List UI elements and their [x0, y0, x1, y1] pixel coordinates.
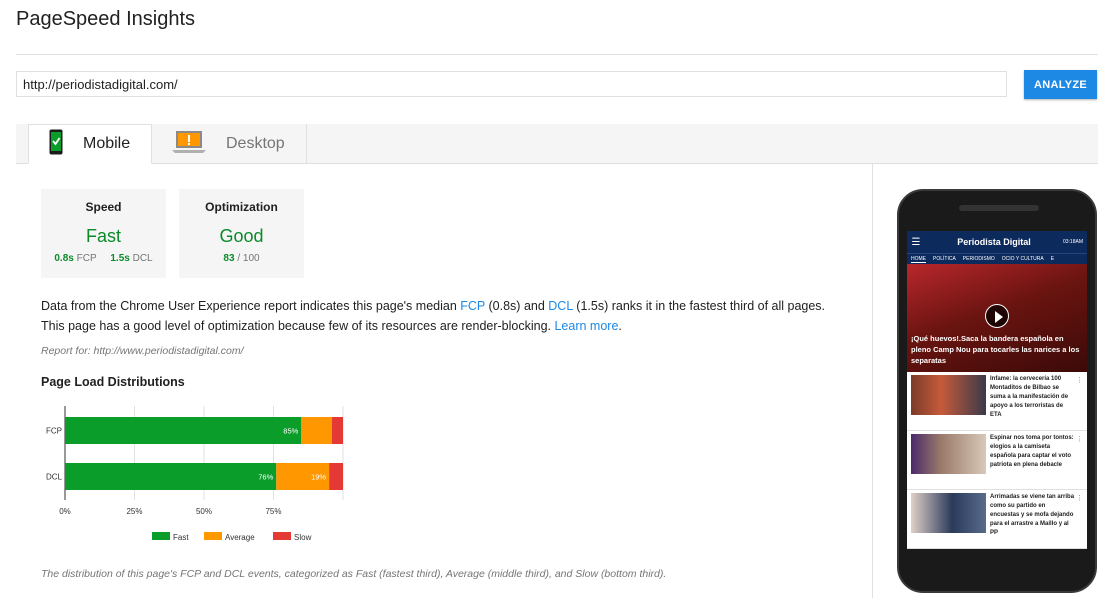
list-item: Arrimadas se viene tan arriba como su pa…	[907, 490, 1087, 549]
more-icon: ⋮	[1076, 495, 1083, 502]
legend-swatch-fast	[152, 532, 170, 540]
optimization-score: 83 / 100	[179, 253, 304, 264]
site-nav-item: PERIODISMO	[962, 256, 995, 262]
legend-swatch-slow	[273, 532, 291, 540]
hero-story: ¡Qué huevos!.Saca la bandera española en…	[907, 264, 1087, 372]
site-nav-item: HOME	[911, 255, 926, 263]
bar-slow	[329, 463, 343, 490]
site-brand: Periodista Digital	[957, 237, 1031, 247]
summary-text: Data from the Chrome User Experience rep…	[41, 296, 861, 336]
bar-average	[301, 417, 332, 444]
optimization-card: Optimization Good 83 / 100	[179, 189, 304, 278]
y-category-label: FCP	[46, 427, 62, 436]
learn-more-link[interactable]: Learn more	[554, 319, 618, 333]
site-header: ☰ Periodista Digital 03:18AM	[907, 231, 1087, 253]
speed-label: Speed	[85, 200, 122, 214]
hero-caption: ¡Qué huevos!.Saca la bandera española en…	[911, 334, 1080, 365]
tab-bar: Mobile Desktop	[16, 124, 1098, 164]
bar-fast	[65, 463, 277, 490]
preview-divider	[872, 164, 873, 598]
report-for-text: Report for: http://www.periodistadigital…	[41, 345, 244, 357]
legend-swatch-average	[204, 532, 222, 540]
analyze-button[interactable]: ANALYZE	[1024, 70, 1097, 99]
news-thumbnail	[911, 434, 986, 474]
site-nav-item: POLÍTICA	[933, 256, 956, 262]
summary-text-part: This page has a good level of optimizati…	[41, 319, 555, 333]
x-tick-label: 0%	[59, 507, 71, 516]
title-divider	[16, 54, 1098, 55]
fcp-link[interactable]: FCP	[460, 299, 485, 313]
summary-text-part: Data from the Chrome User Experience rep…	[41, 299, 461, 313]
speed-value: Fast	[85, 226, 121, 246]
y-category-label: DCL	[46, 473, 63, 482]
speed-metrics: 0.8s FCP 1.5s DCL	[41, 253, 166, 264]
legend-label: Fast	[173, 533, 189, 542]
optimization-score-value: 83	[223, 253, 235, 264]
summary-text-part: .	[618, 319, 622, 333]
dcl-label: DCL	[132, 253, 153, 264]
data-label: 76%	[258, 473, 273, 482]
desktop-warning-icon	[172, 130, 206, 159]
speed-card: Speed Fast 0.8s FCP 1.5s DCL	[41, 189, 166, 278]
tab-desktop-label: Desktop	[226, 135, 285, 152]
news-headline: Arrimadas se viene tan arriba como su pa…	[990, 494, 1075, 536]
data-label: 19%	[311, 473, 326, 482]
optimization-value: Good	[219, 226, 264, 246]
tab-desktop[interactable]: Desktop	[152, 124, 307, 164]
list-item: Espinar nos toma por tontos: elogios a l…	[907, 431, 1087, 490]
summary-text-part: (1.5s) ranks it in the fastest third of …	[572, 299, 826, 313]
data-label: 85%	[283, 427, 298, 436]
x-tick-label: 75%	[265, 507, 281, 516]
tab-mobile[interactable]: Mobile	[28, 124, 152, 164]
distribution-footnote: The distribution of this page's FCP and …	[41, 568, 667, 580]
site-time: 03:18AM	[1062, 239, 1083, 245]
page: PageSpeed Insights ANALYZE Mobile	[0, 0, 1110, 598]
legend-label: Slow	[294, 533, 312, 542]
phone-speaker	[959, 205, 1039, 211]
tab-mobile-label: Mobile	[83, 135, 131, 152]
news-headline: Espinar nos toma por tontos: elogios a l…	[990, 435, 1074, 468]
legend-label: Average	[225, 533, 255, 542]
distribution-title: Page Load Distributions	[41, 375, 185, 389]
page-load-distribution-chart: 0% 25% 50% 75% FCP 85% DCL 76% 19% Fast Average Slo…	[46, 406, 344, 542]
x-tick-label: 25%	[126, 507, 142, 516]
mobile-preview-phone: ☰ Periodista Digital 03:18AM HOME POLÍTI…	[897, 189, 1097, 593]
more-icon: ⋮	[1076, 436, 1083, 443]
dcl-link[interactable]: DCL	[548, 299, 573, 313]
site-nav: HOME POLÍTICA PERIODISMO OCIO Y CULTURA …	[907, 253, 1087, 264]
bar-slow	[331, 417, 343, 444]
site-nav-item: OCIO Y CULTURA	[1001, 256, 1044, 262]
optimization-label: Optimization	[205, 200, 278, 214]
mobile-screenshot: ☰ Periodista Digital 03:18AM HOME POLÍTI…	[907, 231, 1087, 549]
url-input[interactable]	[16, 71, 1007, 97]
dcl-value: 1.5s	[110, 253, 130, 264]
mobile-check-icon	[49, 129, 63, 160]
optimization-score-max: / 100	[237, 253, 260, 264]
news-headline: Infame: la cervecería 100 Montaditos de …	[990, 376, 1069, 418]
play-icon	[985, 304, 1009, 328]
news-thumbnail	[911, 375, 986, 415]
bar-fast	[65, 417, 302, 444]
fcp-label: FCP	[76, 253, 97, 264]
news-thumbnail	[911, 493, 986, 533]
list-item: Infame: la cervecería 100 Montaditos de …	[907, 372, 1087, 431]
more-icon: ⋮	[1076, 377, 1083, 384]
fcp-value: 0.8s	[54, 253, 74, 264]
site-nav-item: E	[1050, 256, 1055, 262]
summary-text-part: (0.8s) and	[485, 299, 549, 313]
page-title: PageSpeed Insights	[16, 8, 196, 30]
menu-icon: ☰	[911, 236, 921, 248]
x-tick-label: 50%	[196, 507, 212, 516]
